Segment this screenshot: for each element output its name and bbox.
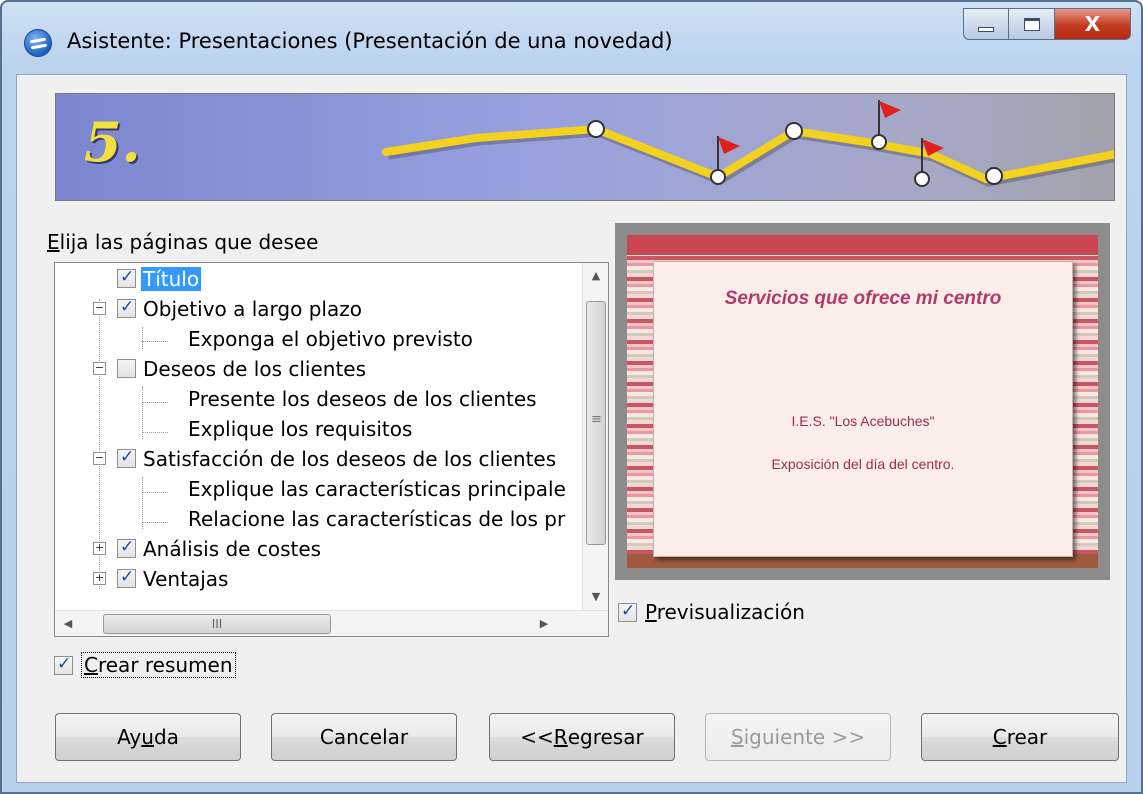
tree-checkbox[interactable] (117, 447, 136, 468)
tree-checkbox[interactable] (117, 567, 136, 588)
tree-checkbox[interactable] (117, 359, 136, 378)
tree-checkbox[interactable] (117, 297, 136, 318)
minimize-button[interactable] (963, 8, 1009, 40)
preview-checkbox[interactable]: Previsualización (618, 600, 805, 624)
scroll-down-icon[interactable]: ▼ (583, 584, 608, 610)
slide-thumbnail: Servicios que ofrece mi centro I.E.S. "L… (627, 235, 1098, 568)
preview-checkbox-box[interactable] (618, 601, 637, 622)
next-button[interactable]: Siguiente >> (705, 713, 891, 761)
minimize-icon (978, 26, 994, 32)
create-summary-label: Crear resumen (81, 652, 236, 678)
scroll-left-icon[interactable]: ◀ (55, 611, 81, 636)
collapse-icon[interactable]: − (93, 302, 106, 315)
cancel-button[interactable]: Cancelar (271, 713, 457, 761)
close-button[interactable]: X (1055, 8, 1131, 40)
create-summary-checkbox[interactable]: Crear resumen (54, 652, 236, 678)
slide-subtitle-2: Exposición del día del centro. (771, 456, 955, 472)
vertical-scrollbar[interactable]: ▲ ▼ (582, 263, 608, 636)
tree-checkbox[interactable] (117, 537, 136, 558)
progress-path-illustration (382, 100, 1114, 187)
scroll-right-icon[interactable]: ▶ (531, 611, 557, 636)
collapse-icon[interactable]: − (93, 362, 106, 375)
slide-preview: Servicios que ofrece mi centro I.E.S. "L… (615, 223, 1110, 580)
flag-icon (718, 137, 740, 154)
slide-title: Servicios que ofrece mi centro (724, 288, 1002, 309)
expand-icon[interactable]: + (93, 542, 106, 555)
wizard-body: 5. Elija las páginas que desee ✓ Título … (16, 74, 1127, 783)
maximize-button[interactable] (1009, 8, 1055, 40)
app-logo-icon (24, 29, 52, 57)
wizard-window: Asistente: Presentaciones (Presentación … (0, 0, 1143, 794)
maximize-icon (1023, 17, 1040, 31)
horizontal-scrollbar[interactable]: ◀ III ▶ (55, 610, 608, 636)
scroll-up-icon[interactable]: ▲ (583, 263, 608, 289)
pages-tree[interactable]: Título − Objetivo a largo plazo Exponga … (54, 262, 609, 637)
help-button[interactable]: Ay u da (55, 713, 241, 761)
expand-icon[interactable]: + (93, 572, 106, 585)
collapse-icon[interactable]: − (93, 452, 106, 465)
window-title: Asistente: Presentaciones (Presentación … (67, 29, 673, 53)
preview-label: Previsualización (645, 600, 805, 624)
pages-label: Elija las páginas que desee (47, 230, 319, 254)
title-bar[interactable]: Asistente: Presentaciones (Presentación … (2, 2, 1141, 72)
step-banner: 5. (55, 93, 1115, 201)
flag-icon (879, 101, 901, 118)
vertical-scroll-thumb[interactable] (586, 301, 606, 545)
slide-content: Servicios que ofrece mi centro I.E.S. "L… (653, 261, 1073, 557)
slide-subtitle-1: I.E.S. "Los Acebuches" (791, 413, 935, 429)
summary-checkbox-box[interactable] (54, 654, 73, 675)
create-button[interactable]: Crear (921, 713, 1119, 761)
back-button[interactable]: << Regresar (489, 713, 675, 761)
tree-checkbox[interactable] (117, 267, 136, 288)
close-icon: X (1084, 12, 1101, 36)
horizontal-scroll-thumb[interactable]: III (103, 614, 331, 634)
window-controls: X (963, 8, 1131, 40)
